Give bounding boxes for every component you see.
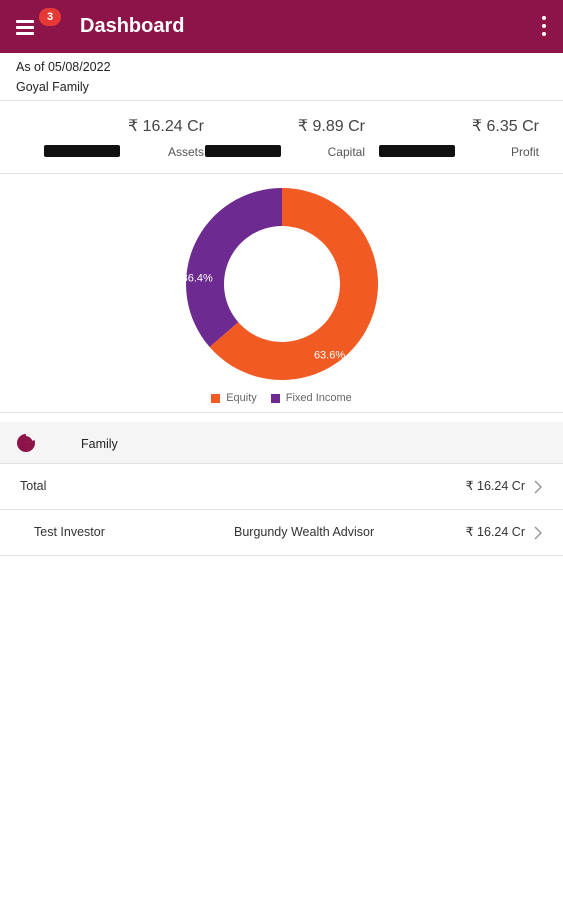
metric-capital: ₹ 9.89 Cr Capital [205, 112, 365, 162]
redacted-bar [379, 145, 455, 157]
row-amount: ₹ 16.24 Cr [465, 525, 525, 539]
allocation-chart: 63.6% 36.4% [0, 176, 563, 412]
row-amount: ₹ 16.24 Cr [465, 479, 525, 493]
legend-swatch [211, 393, 221, 403]
legend-label: Equity [226, 392, 257, 404]
metric-profit: ₹ 6.35 Cr Profit [379, 112, 539, 162]
redacted-bar [44, 145, 120, 157]
chevron-right-icon [534, 480, 543, 494]
section-title: Family [81, 437, 118, 451]
as-of-date: As of 05/08/2022 [16, 60, 111, 74]
chart-legend: Equity Fixed Income [0, 392, 563, 404]
row-name: Total [20, 479, 47, 493]
metric-assets: ₹ 16.24 Cr Assets [44, 112, 204, 162]
divider [0, 173, 563, 174]
row-advisor: Burgundy Wealth Advisor [234, 525, 375, 539]
metric-value: ₹ 16.24 Cr [128, 118, 204, 135]
divider [0, 100, 563, 101]
donut-data-label: 63.6% [314, 349, 345, 361]
legend-label: Fixed Income [285, 392, 352, 404]
table-row-total[interactable]: Total ₹ 16.24 Cr [0, 464, 563, 510]
family-section-header: Family [0, 422, 563, 464]
metric-label: Capital [327, 145, 365, 159]
legend-swatch [270, 393, 280, 403]
pie-chart-icon [17, 434, 35, 452]
hamburger-menu-icon[interactable] [10, 12, 40, 42]
chevron-right-icon [534, 526, 543, 540]
donut-slice-fixed-income[interactable] [186, 188, 283, 348]
row-name: Test Investor [34, 525, 105, 539]
more-vert-icon[interactable] [539, 15, 549, 39]
metric-value: ₹ 9.89 Cr [297, 118, 365, 135]
metric-value: ₹ 6.35 Cr [471, 118, 539, 135]
divider [0, 555, 563, 556]
legend-item-equity[interactable]: Equity [211, 392, 257, 404]
redacted-bar [205, 145, 281, 157]
metric-label: Profit [510, 145, 539, 159]
notification-badge: 3 [39, 8, 61, 26]
divider [0, 412, 563, 413]
legend-item-fixed-income[interactable]: Fixed Income [270, 392, 352, 404]
table-row-investor[interactable]: Test Investor Burgundy Wealth Advisor ₹ … [0, 510, 563, 556]
family-name: Goyal Family [16, 80, 89, 94]
app-bar: 3 Dashboard [0, 0, 563, 53]
metric-label: Assets [167, 145, 204, 159]
donut-chart-svg: 63.6% 36.4% [182, 188, 378, 380]
donut-data-label: 36.4% [182, 272, 213, 284]
page-title: Dashboard [80, 15, 185, 37]
